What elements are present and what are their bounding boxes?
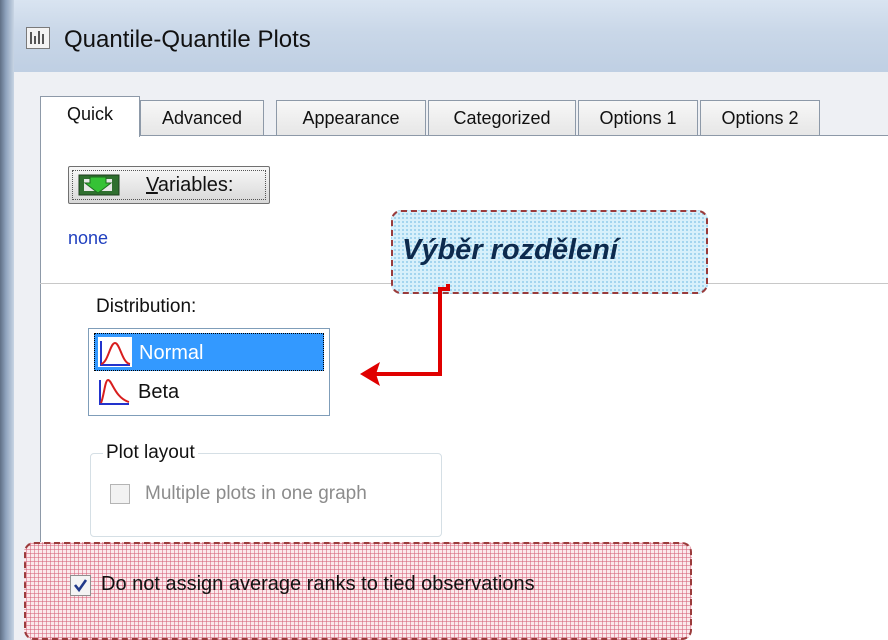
- multiple-plots-checkbox[interactable]: [110, 484, 130, 504]
- distribution-option-label: Normal: [139, 342, 204, 364]
- chart-window-icon: [26, 27, 50, 49]
- variables-button-label: Variables:: [146, 174, 234, 196]
- tab-strip: Quick Advanced Appearance Categorized Op…: [40, 96, 888, 137]
- tab-categorized[interactable]: Categorized: [428, 100, 576, 136]
- tab-appearance[interactable]: Appearance: [276, 100, 426, 136]
- tab-advanced[interactable]: Advanced: [140, 100, 264, 136]
- distribution-option-normal[interactable]: Normal: [94, 333, 324, 371]
- distribution-listbox[interactable]: Normal Beta: [88, 328, 330, 416]
- tied-observations-label: Do not assign average ranks to tied obse…: [101, 573, 535, 595]
- window-left-frame: [0, 0, 14, 640]
- variables-icon: [78, 173, 120, 197]
- beta-curve-icon: [97, 376, 131, 406]
- checkmark-icon: [73, 579, 88, 593]
- tied-observations-checkbox[interactable]: [70, 575, 91, 596]
- annotation-text: Výběr rozdělení: [402, 234, 618, 266]
- normal-curve-icon: [98, 337, 132, 367]
- distribution-option-label: Beta: [138, 381, 180, 403]
- distribution-option-beta[interactable]: Beta: [94, 373, 324, 411]
- tab-options-2[interactable]: Options 2: [700, 100, 820, 136]
- annotation-arrow: [350, 282, 470, 392]
- variables-value: none: [68, 228, 109, 248]
- tab-options-1[interactable]: Options 1: [578, 100, 698, 136]
- multiple-plots-label: Multiple plots in one graph: [145, 483, 367, 504]
- tab-quick[interactable]: Quick: [40, 96, 140, 137]
- plot-layout-title: Plot layout: [103, 442, 198, 464]
- distribution-label: Distribution:: [96, 296, 197, 317]
- window-title: Quantile-Quantile Plots: [64, 26, 311, 53]
